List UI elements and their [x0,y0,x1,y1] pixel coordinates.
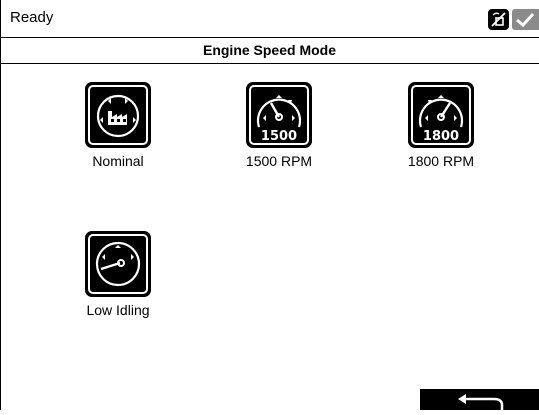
no-signal-icon [488,9,509,30]
gauge-low-idle-icon [85,231,151,297]
gauge-1500-icon: 1500 [246,82,312,148]
mode-1500-rpm[interactable]: 1500 1500 RPM [219,82,339,169]
gauge-text: 1800 [423,129,459,144]
mode-label: Low Idling [86,302,150,318]
mode-label: 1800 RPM [407,153,475,169]
mode-low-idling[interactable]: Low Idling [58,231,178,318]
gauge-text: 1500 [261,129,297,144]
back-arrow-icon [458,394,504,410]
mode-nominal[interactable]: Nominal [58,82,178,169]
gauge-1800-icon: 1800 [408,82,474,148]
mode-1800-rpm[interactable]: 1800 1800 RPM [381,82,501,169]
factory-gauge-icon [85,82,151,148]
back-button[interactable] [420,389,539,410]
mode-label: Nominal [92,153,144,169]
mode-label: 1500 RPM [245,153,313,169]
status-text: Ready [10,9,54,26]
check-icon [512,9,539,30]
title-bar: Engine Speed Mode [0,38,539,64]
status-bar: Ready [0,0,539,38]
page-title: Engine Speed Mode [202,42,336,58]
